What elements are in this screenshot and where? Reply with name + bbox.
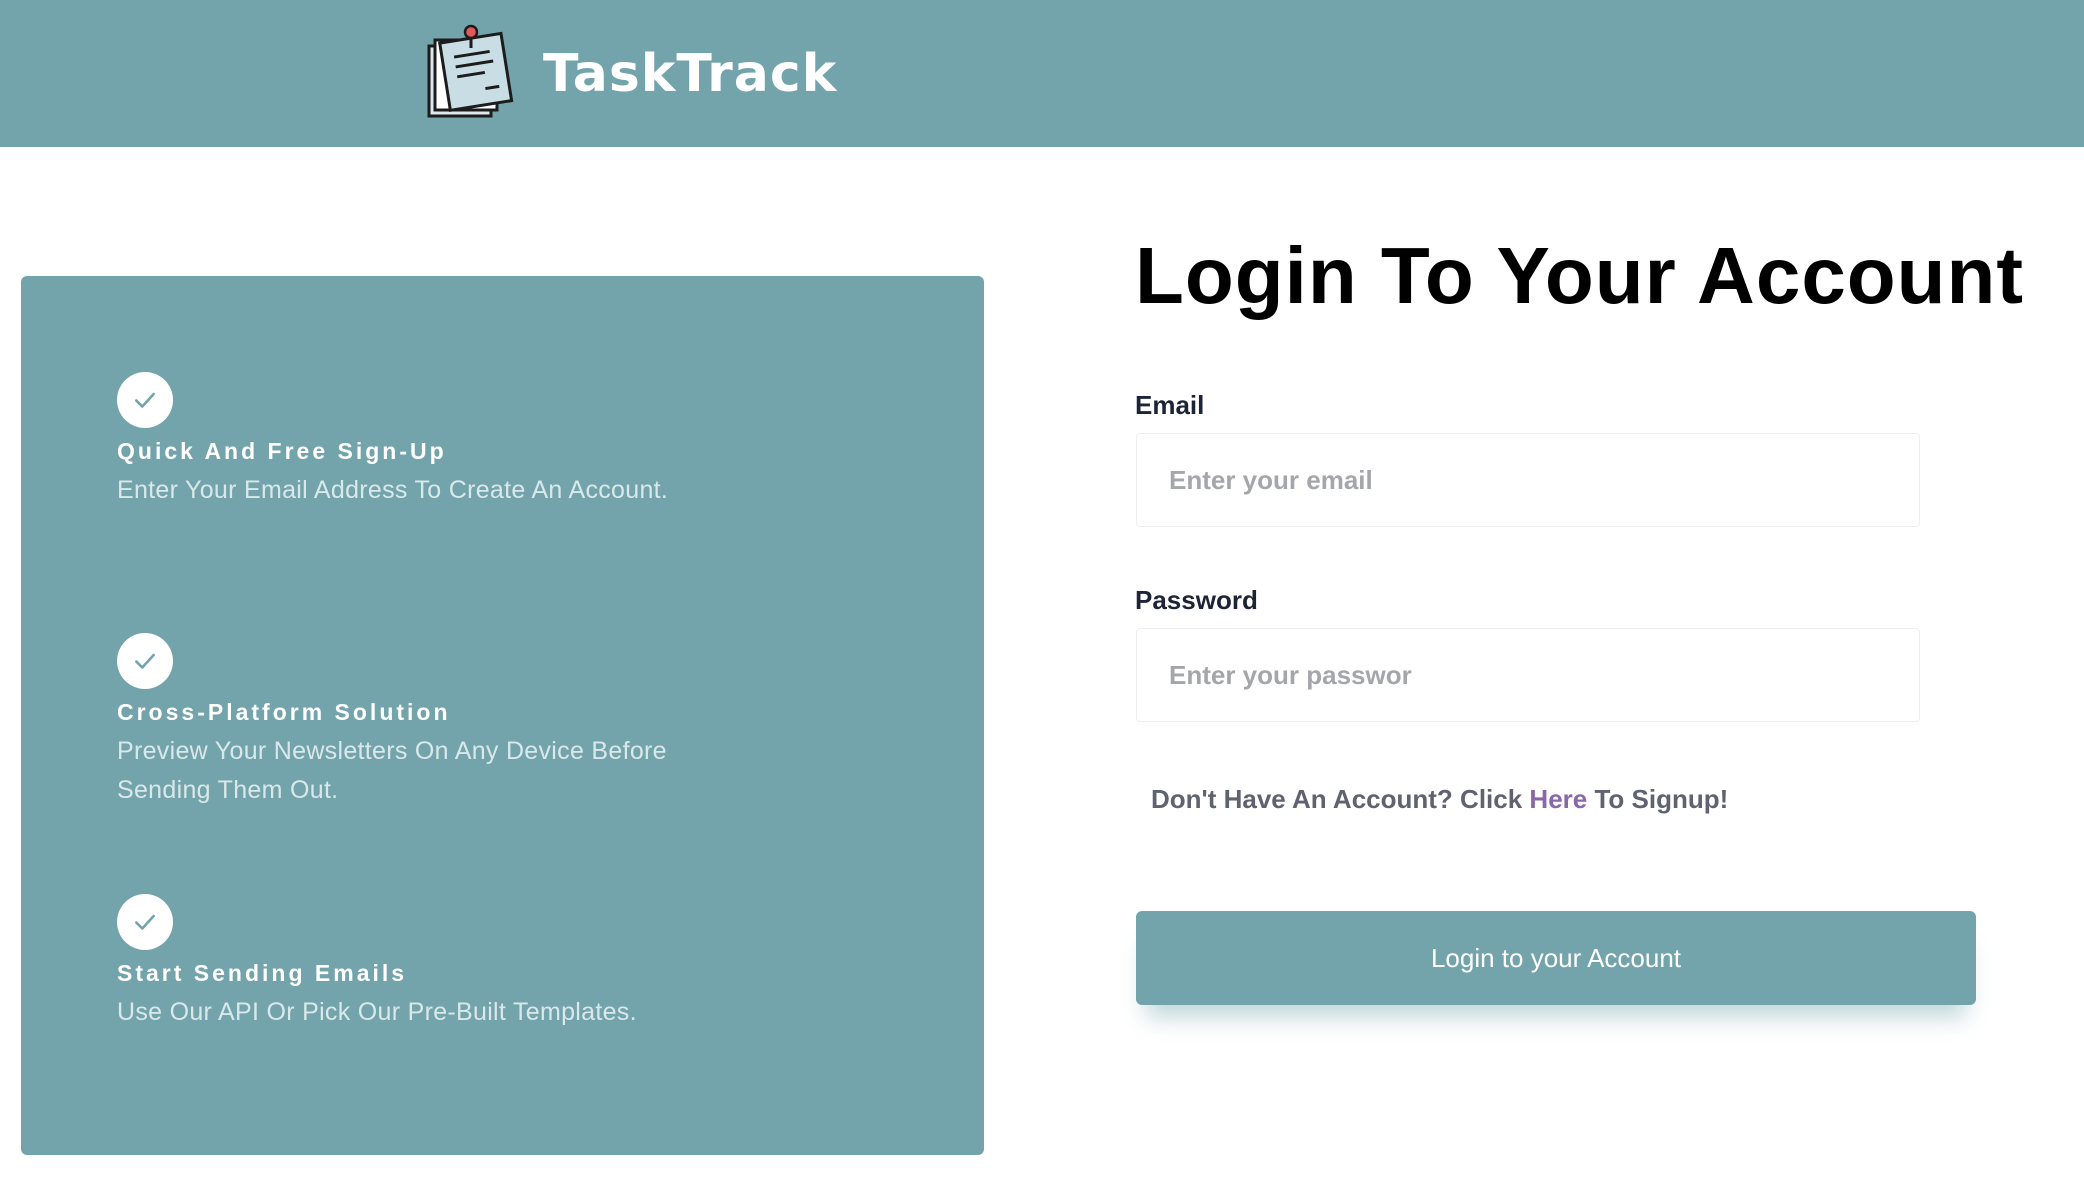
top-bar: TaskTrack [0,0,2084,147]
password-label: Password [1135,585,1258,615]
check-icon [117,372,173,428]
check-icon [117,633,173,689]
signup-prompt-prefix: Don't Have An Account? Click [1151,784,1530,814]
signup-prompt: Don't Have An Account? Click Here To Sig… [1151,784,1728,815]
signup-link[interactable]: Here [1529,784,1587,814]
email-field[interactable] [1136,433,1920,527]
email-label: Email [1135,390,1205,420]
check-icon [117,894,173,950]
sticky-notes-pin-icon [427,24,514,118]
brand[interactable]: TaskTrack [425,24,837,124]
feature-title: Quick And Free Sign-Up [117,438,447,464]
feature-title: Cross-Platform Solution [117,699,451,725]
feature-description: Preview Your Newsletters On Any Device B… [117,737,667,804]
features-panel: Quick And Free Sign-Up Enter Your Email … [21,276,984,1155]
feature-title: Start Sending Emails [117,960,408,986]
signup-prompt-suffix: To Signup! [1587,784,1729,814]
feature-item: Start Sending Emails Use Our API Or Pick… [117,894,677,1032]
login-button[interactable]: Login to your Account [1136,911,1976,1005]
feature-item: Quick And Free Sign-Up Enter Your Email … [117,372,677,510]
app-name: TaskTrack [543,44,838,104]
password-field[interactable] [1136,628,1920,722]
feature-description: Use Our API Or Pick Our Pre-Built Templa… [117,998,637,1026]
page-title: Login To Your Account [1135,231,2025,320]
feature-item: Cross-Platform Solution Preview Your New… [117,633,677,810]
feature-description: Enter Your Email Address To Create An Ac… [117,476,669,504]
